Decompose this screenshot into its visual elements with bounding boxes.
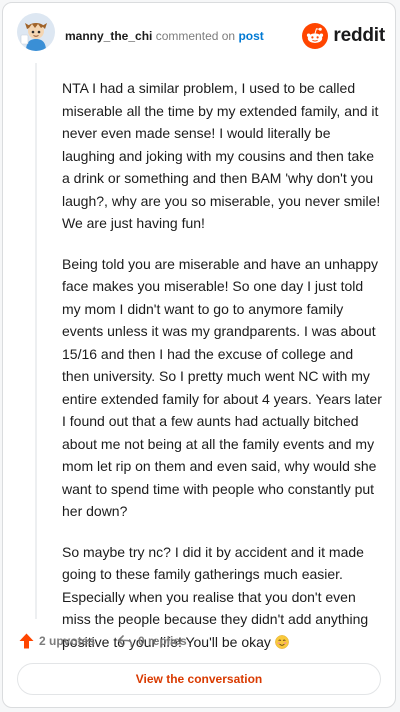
commented-on-text: commented on xyxy=(155,29,236,43)
comment-actions: 2 upvotes 0 replies xyxy=(19,630,187,652)
post-link[interactable]: post xyxy=(238,29,263,43)
reddit-logo[interactable]: reddit xyxy=(302,22,385,50)
thread-line xyxy=(35,63,37,619)
reddit-wordmark: reddit xyxy=(333,25,385,46)
reddit-snoo-icon xyxy=(302,23,329,49)
reply-arrow-icon xyxy=(117,635,133,648)
comment-paragraph-2: Being told you are miserable and have an… xyxy=(62,255,382,520)
upvote-button[interactable]: 2 upvotes xyxy=(19,633,95,649)
comment-author[interactable]: manny_the_chi xyxy=(65,29,152,43)
reply-button[interactable]: 0 replies xyxy=(117,634,187,648)
upvote-count: 2 upvotes xyxy=(39,634,96,648)
upvote-arrow-icon xyxy=(19,633,34,649)
view-conversation-button[interactable]: View the conversation xyxy=(17,663,381,695)
avatar-icon xyxy=(17,13,55,51)
comment-paragraph-1: NTA I had a similar problem, I used to b… xyxy=(62,80,381,231)
avatar[interactable] xyxy=(17,13,55,51)
reply-count: 0 replies xyxy=(138,634,187,648)
comment-header: manny_the_chi commented on post reddit xyxy=(3,3,397,67)
blushing-smile-emoji-icon xyxy=(274,634,289,649)
comment-card: manny_the_chi commented on post reddit N… xyxy=(2,2,396,708)
comment-body: NTA I had a similar problem, I used to b… xyxy=(62,77,382,671)
comment-meta: manny_the_chi commented on post xyxy=(65,29,264,43)
